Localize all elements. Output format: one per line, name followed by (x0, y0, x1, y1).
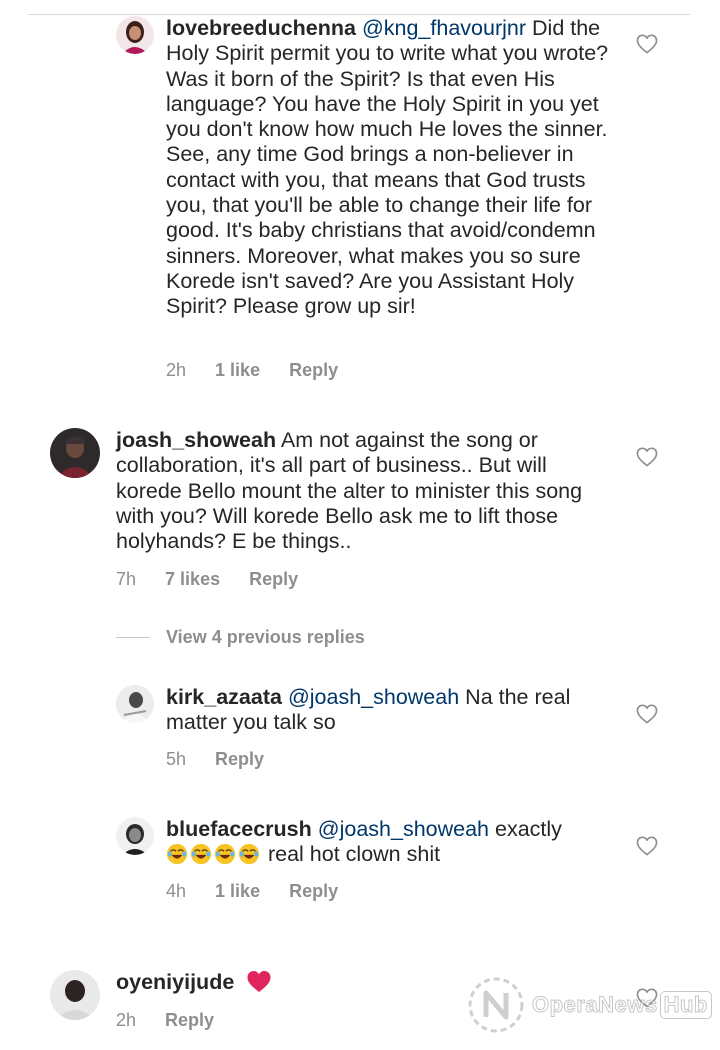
operanews-hub-watermark: OperaNews Hub (464, 970, 714, 1040)
reply-button[interactable]: Reply (289, 360, 338, 380)
watermark-brand: OperaNews (532, 992, 658, 1018)
comment-time: 2h (166, 360, 187, 380)
comment-text: kirk_azaata @joash_showeah Na the real m… (166, 685, 606, 736)
comment-username[interactable]: lovebreeduchenna (166, 16, 356, 40)
like-count[interactable]: 1 like (215, 881, 260, 901)
avatar[interactable] (116, 685, 154, 723)
rolling-on-floor-laughing-emoji-icon (214, 843, 236, 865)
like-count[interactable]: 7 likes (165, 569, 220, 589)
comment-username[interactable]: kirk_azaata (166, 685, 282, 709)
avatar[interactable] (116, 817, 154, 855)
like-count[interactable]: 1 like (215, 360, 260, 380)
comment-username[interactable]: joash_showeah (116, 428, 276, 452)
comment-text: joash_showeah Am not against the song or… (116, 428, 606, 554)
comment-time: 2h (116, 1010, 137, 1030)
heart-outline-icon[interactable] (636, 447, 658, 467)
reply-button[interactable]: Reply (165, 1010, 214, 1030)
heart-outline-icon[interactable] (636, 34, 658, 54)
comment-body: exactly (495, 817, 562, 841)
red-heart-emoji-icon (246, 970, 272, 993)
comment-body: Did the Holy Spirit permit you to write … (166, 16, 609, 319)
comment-time: 4h (166, 881, 187, 901)
replies-divider (116, 636, 150, 638)
comment-time: 5h (166, 749, 187, 769)
top-divider (28, 14, 690, 15)
reply-button[interactable]: Reply (215, 749, 264, 769)
comment-username[interactable]: oyeniyijude (116, 970, 234, 994)
comment-meta: 5h Reply (166, 749, 288, 770)
watermark-hub: Hub (659, 991, 712, 1019)
comment-emoji-text: real hot clown shit (267, 842, 441, 867)
comment-mention[interactable]: @joash_showeah (288, 685, 459, 709)
comment-meta: 7h 7 likes Reply (116, 569, 322, 590)
view-previous-replies-button[interactable]: View 4 previous replies (116, 626, 365, 648)
heart-outline-icon[interactable] (636, 704, 658, 724)
comment-meta: 2h Reply (116, 1010, 238, 1031)
comment-mention[interactable]: @kng_fhavourjnr (362, 16, 526, 40)
comment-text: oyeniyijude (116, 970, 416, 995)
comment-text: bluefacecrush @joash_showeah exactly rea… (166, 817, 606, 868)
comment-username[interactable]: bluefacecrush (166, 817, 312, 841)
comment-text: lovebreeduchenna @kng_fhavourjnr Did the… (166, 16, 610, 320)
comment-meta: 4h 1 like Reply (166, 881, 362, 902)
view-replies-label: View 4 previous replies (166, 626, 365, 647)
reply-button[interactable]: Reply (249, 569, 298, 589)
rolling-on-floor-laughing-emoji-icon (166, 843, 188, 865)
operanews-logo-icon (464, 973, 528, 1037)
comment-meta: 2h 1 like Reply (166, 360, 362, 381)
heart-outline-icon[interactable] (636, 836, 658, 856)
avatar[interactable] (50, 428, 100, 478)
emoji-group (166, 842, 262, 866)
comment-mention[interactable]: @joash_showeah (318, 817, 489, 841)
rolling-on-floor-laughing-emoji-icon (238, 843, 260, 865)
reply-button[interactable]: Reply (289, 881, 338, 901)
avatar[interactable] (50, 970, 100, 1020)
rolling-on-floor-laughing-emoji-icon (190, 843, 212, 865)
comment-time: 7h (116, 569, 137, 589)
avatar[interactable] (116, 16, 154, 54)
